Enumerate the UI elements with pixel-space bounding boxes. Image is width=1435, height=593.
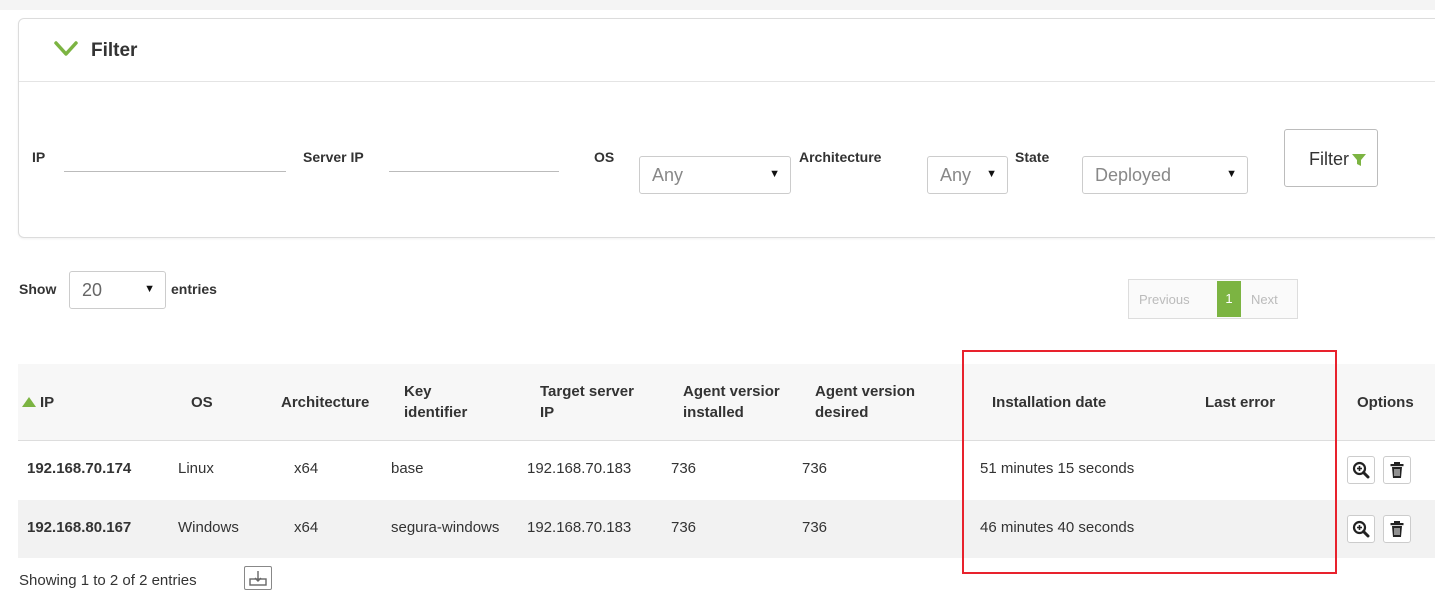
caret-down-icon: ▼ <box>144 283 155 295</box>
column-header-ip[interactable]: IP <box>40 392 54 413</box>
cell-key-identifier: segura-windows <box>391 519 500 536</box>
filter-panel: Filter IP Server IP OS Any ▼ Architectur… <box>18 18 1435 238</box>
column-header-line: installed <box>683 404 744 421</box>
architecture-select[interactable]: Any ▼ <box>927 156 1008 194</box>
server-ip-input[interactable] <box>389 171 559 172</box>
cell-agent-version-desired: 736 <box>802 519 828 536</box>
cell-agent-version-desired: 736 <box>802 460 828 477</box>
column-header-key-identifier[interactable]: Key identifier <box>404 381 467 423</box>
architecture-select-value: Any <box>940 165 972 185</box>
show-label: Show <box>19 281 57 297</box>
cell-ip: 192.168.70.174 <box>27 460 132 477</box>
column-header-line: desired <box>815 404 869 421</box>
previous-page-button[interactable]: Previous <box>1139 292 1190 307</box>
pagination: Previous 1 Next <box>1128 279 1298 319</box>
cell-target-server-ip: 192.168.70.183 <box>527 460 632 477</box>
cell-target-server-ip: 192.168.70.183 <box>527 519 632 536</box>
delete-button[interactable] <box>1383 515 1411 543</box>
filter-title: Filter <box>91 40 138 61</box>
cell-ip: 192.168.80.167 <box>27 519 132 536</box>
trash-icon <box>1390 462 1404 478</box>
export-csv-icon <box>249 571 267 586</box>
column-header-line: IP <box>540 404 555 421</box>
zoom-in-icon <box>1352 520 1370 538</box>
state-label: State <box>1015 149 1050 165</box>
trash-icon <box>1390 521 1404 537</box>
cell-agent-version-installed: 736 <box>671 519 697 536</box>
os-select-value: Any <box>652 165 684 185</box>
column-header-line: Target server <box>540 383 634 400</box>
caret-down-icon: ▼ <box>1226 168 1237 180</box>
chevron-down-icon[interactable] <box>53 39 79 59</box>
delete-button[interactable] <box>1383 456 1411 484</box>
server-ip-label: Server IP <box>303 149 364 165</box>
caret-down-icon: ▼ <box>986 168 997 180</box>
column-header-agent-version-installed[interactable]: Agent versior installed <box>683 381 780 423</box>
caret-down-icon: ▼ <box>769 168 780 180</box>
highlight-box <box>962 350 1337 574</box>
architecture-label: Architecture <box>799 149 882 165</box>
next-page-button[interactable]: Next <box>1251 292 1278 307</box>
ip-label: IP <box>32 149 46 165</box>
zoom-in-icon <box>1352 461 1370 479</box>
ip-input[interactable] <box>64 171 286 172</box>
cell-architecture: x64 <box>294 519 319 536</box>
column-header-agent-version-desired[interactable]: Agent version desired <box>815 381 915 423</box>
page-size-select[interactable]: 20 ▼ <box>69 271 166 309</box>
entries-label: entries <box>171 281 217 297</box>
view-details-button[interactable] <box>1347 456 1375 484</box>
column-header-line: Key <box>404 383 432 400</box>
cell-agent-version-installed: 736 <box>671 460 697 477</box>
state-select-value: Deployed <box>1095 165 1172 185</box>
column-header-line: identifier <box>404 404 468 421</box>
sort-ascending-icon[interactable] <box>22 397 36 407</box>
column-header-line: Agent versior <box>683 383 780 400</box>
cell-os: Linux <box>178 460 214 477</box>
cell-architecture: x64 <box>294 460 319 477</box>
showing-entries-text: Showing 1 to 2 of 2 entries <box>19 572 197 589</box>
column-header-os[interactable]: OS <box>191 392 213 413</box>
cell-key-identifier: base <box>391 460 424 477</box>
column-header-options: Options <box>1357 394 1414 411</box>
view-details-button[interactable] <box>1347 515 1375 543</box>
filter-header[interactable]: Filter <box>19 19 1435 82</box>
column-header-architecture[interactable]: Architecture <box>281 392 369 413</box>
filter-button[interactable]: Filter <box>1284 129 1378 187</box>
column-header-target-server-ip[interactable]: Target server IP <box>540 381 634 423</box>
os-label: OS <box>594 149 615 165</box>
page-1-button[interactable]: 1 <box>1217 281 1241 317</box>
top-strip <box>0 0 1435 10</box>
export-button[interactable] <box>244 566 272 590</box>
filter-button-label: Filter <box>1309 149 1349 169</box>
column-header-line: Agent version <box>815 383 916 400</box>
state-select[interactable]: Deployed ▼ <box>1082 156 1248 194</box>
funnel-icon <box>1352 154 1366 166</box>
os-select[interactable]: Any ▼ <box>639 156 791 194</box>
page-size-value: 20 <box>82 280 103 300</box>
cell-os: Windows <box>178 519 239 536</box>
